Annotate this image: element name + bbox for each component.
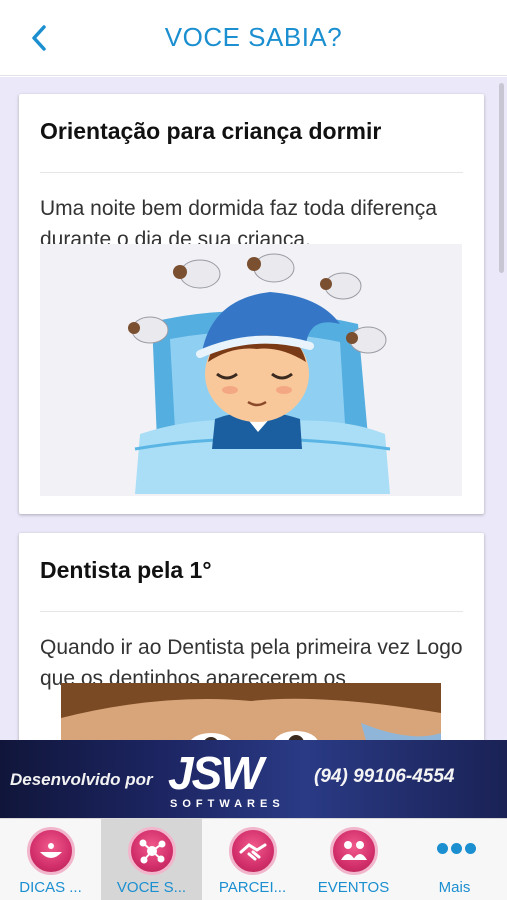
top-nav-bar: VOCE SABIA?: [0, 0, 507, 76]
page-title: VOCE SABIA?: [164, 22, 343, 52]
developer-banner[interactable]: Desenvolvido por JSW SOFTWARES (94) 9910…: [0, 740, 507, 818]
card-title: Orientação para criança dormir: [40, 118, 382, 144]
tab-label: EVENTOS: [317, 879, 390, 896]
bottom-tab-bar: DICAS ... VOCE S... PARCEI... EVENTOS Ma…: [0, 818, 507, 900]
phone-number: (94) 99106-4554: [314, 766, 455, 787]
tab-dicas[interactable]: DICAS ...: [0, 819, 101, 900]
tab-label: PARCEI...: [218, 879, 287, 896]
card-divider: [40, 172, 463, 173]
handshake-icon: [229, 827, 277, 875]
tab-label: DICAS ...: [19, 879, 82, 896]
card-divider: [40, 611, 463, 612]
tab-eventos[interactable]: EVENTOS: [303, 819, 404, 900]
sleeping-child-illustration: [40, 244, 462, 496]
molecule-icon: [128, 827, 176, 875]
tab-voce-sabia[interactable]: VOCE S...: [101, 819, 202, 900]
scrollbar[interactable]: [499, 83, 504, 273]
tip-card[interactable]: Orientação para criança dormir Uma noite…: [19, 94, 484, 514]
logo-subtitle: SOFTWARES: [170, 798, 285, 810]
logo-text: JSW: [168, 747, 264, 799]
tip-card[interactable]: Dentista pela 1° Quando ir ao Dentista p…: [19, 533, 484, 740]
dentist-child-photo: [61, 683, 441, 740]
content-list[interactable]: Orientação para criança dormir Uma noite…: [0, 77, 507, 740]
tab-label: VOCE S...: [116, 879, 187, 896]
tab-mais[interactable]: Mais: [404, 819, 505, 900]
more-dots-icon: [437, 843, 477, 855]
card-title: Dentista pela 1°: [40, 557, 212, 583]
tab-label: Mais: [438, 879, 471, 896]
bowl-icon: [27, 827, 75, 875]
jsw-logo: JSW SOFTWARES: [168, 746, 304, 812]
people-icon: [330, 827, 378, 875]
developed-by-label: Desenvolvido por: [10, 770, 153, 789]
tab-parceiros[interactable]: PARCEI...: [202, 819, 303, 900]
